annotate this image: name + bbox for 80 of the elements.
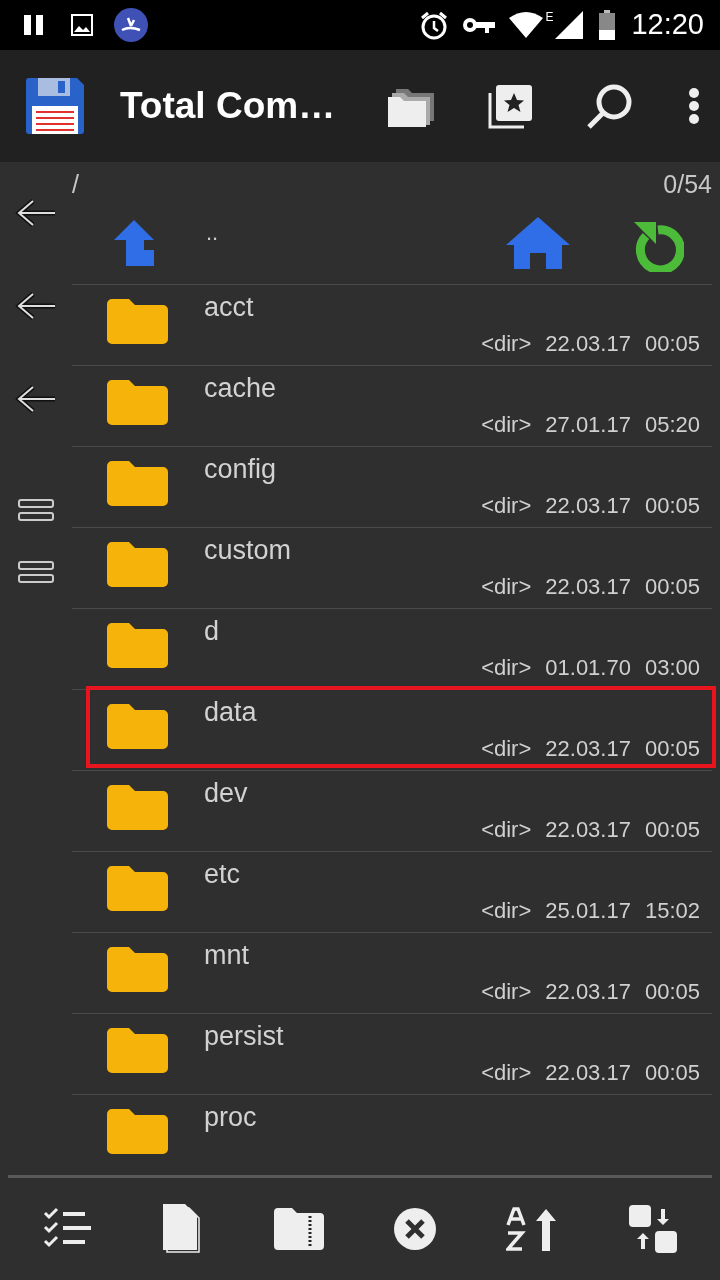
back-arrow-icon[interactable] [15, 196, 57, 229]
image-icon [70, 13, 94, 37]
wifi-icon [509, 12, 544, 38]
file-date: 22.03.17 [545, 573, 631, 601]
file-time: 00:05 [644, 816, 700, 844]
app-icon [114, 8, 148, 42]
file-date: 22.03.17 [545, 735, 631, 763]
back-arrow-icon[interactable] [15, 382, 57, 415]
up-arrow-icon[interactable] [114, 220, 154, 266]
bookmark-star-icon[interactable] [488, 83, 534, 129]
network-type-label: E [545, 9, 554, 26]
clock-time: 12:20 [631, 7, 704, 43]
file-time: 00:05 [644, 978, 700, 1006]
folder-icon[interactable] [107, 703, 168, 750]
zip-folder-icon[interactable] [273, 1208, 324, 1250]
equals-icon[interactable] [18, 561, 54, 583]
file-type: <dir> [481, 978, 532, 1006]
folder-icon[interactable] [107, 1108, 168, 1155]
folder-icon[interactable] [107, 946, 168, 993]
swap-icon[interactable] [628, 1205, 677, 1253]
file-date: 22.03.17 [545, 978, 631, 1006]
file-type: <dir> [481, 411, 532, 439]
file-name[interactable]: etc [204, 861, 241, 888]
file-date: 27.01.17 [545, 411, 631, 439]
file-type: <dir> [481, 735, 532, 763]
file-name[interactable]: mnt [204, 942, 249, 969]
file-name[interactable]: custom [204, 537, 292, 564]
file-time: 00:05 [644, 330, 700, 358]
file-type: <dir> [481, 1059, 532, 1087]
equals-icon[interactable] [18, 499, 54, 521]
folder-icon[interactable] [107, 379, 168, 426]
home-icon[interactable] [506, 217, 570, 269]
file-date: 22.03.17 [545, 492, 631, 520]
file-time: 03:00 [644, 654, 700, 682]
file-date: 01.01.70 [545, 654, 631, 682]
file-name[interactable]: cache [204, 375, 277, 402]
file-date: 22.03.17 [545, 1059, 631, 1087]
search-icon[interactable] [586, 82, 634, 130]
folder-icon[interactable] [107, 1027, 168, 1074]
key-icon [461, 15, 496, 35]
path-label: / [72, 169, 79, 201]
sort-icon[interactable] [506, 1207, 559, 1251]
file-name[interactable]: dev [204, 780, 248, 807]
file-time: 00:05 [644, 492, 700, 520]
battery-icon [599, 10, 616, 40]
selection-count: 0/54 [663, 169, 712, 201]
back-arrow-icon[interactable] [15, 289, 57, 322]
more-options-icon[interactable] [688, 88, 700, 124]
file-name[interactable]: acct [204, 294, 254, 321]
file-type: <dir> [481, 816, 532, 844]
file-time: 05:20 [644, 411, 700, 439]
file-time: 00:05 [644, 573, 700, 601]
file-name[interactable]: persist [204, 1023, 284, 1050]
folder-icon[interactable] [107, 298, 168, 345]
file-type: <dir> [481, 654, 532, 682]
file-date: 25.01.17 [545, 897, 631, 925]
alarm-icon [419, 10, 450, 40]
folder-icon[interactable] [107, 460, 168, 507]
file-type: <dir> [481, 897, 532, 925]
file-type: <dir> [481, 492, 532, 520]
file-name[interactable]: proc [204, 1104, 257, 1131]
folder-icon[interactable] [107, 865, 168, 912]
file-type: <dir> [481, 573, 532, 601]
file-name[interactable]: d [204, 618, 220, 645]
folder-icon[interactable] [107, 784, 168, 831]
file-name[interactable]: config [204, 456, 277, 483]
folder-icon[interactable] [107, 622, 168, 669]
signal-icon [555, 11, 584, 39]
file-date: 22.03.17 [545, 816, 631, 844]
pause-icon [22, 13, 46, 37]
close-circle-icon[interactable] [394, 1208, 437, 1250]
file-time: 15:02 [644, 897, 700, 925]
app-title: Total Com… [120, 84, 336, 129]
folder-icon[interactable] [107, 541, 168, 588]
parent-directory-label[interactable]: .. [206, 215, 219, 249]
file-time: 00:05 [644, 735, 700, 763]
file-date: 22.03.17 [545, 330, 631, 358]
file-time: 00:05 [644, 1059, 700, 1087]
file-name[interactable]: data [204, 699, 257, 726]
file-type: <dir> [481, 330, 532, 358]
